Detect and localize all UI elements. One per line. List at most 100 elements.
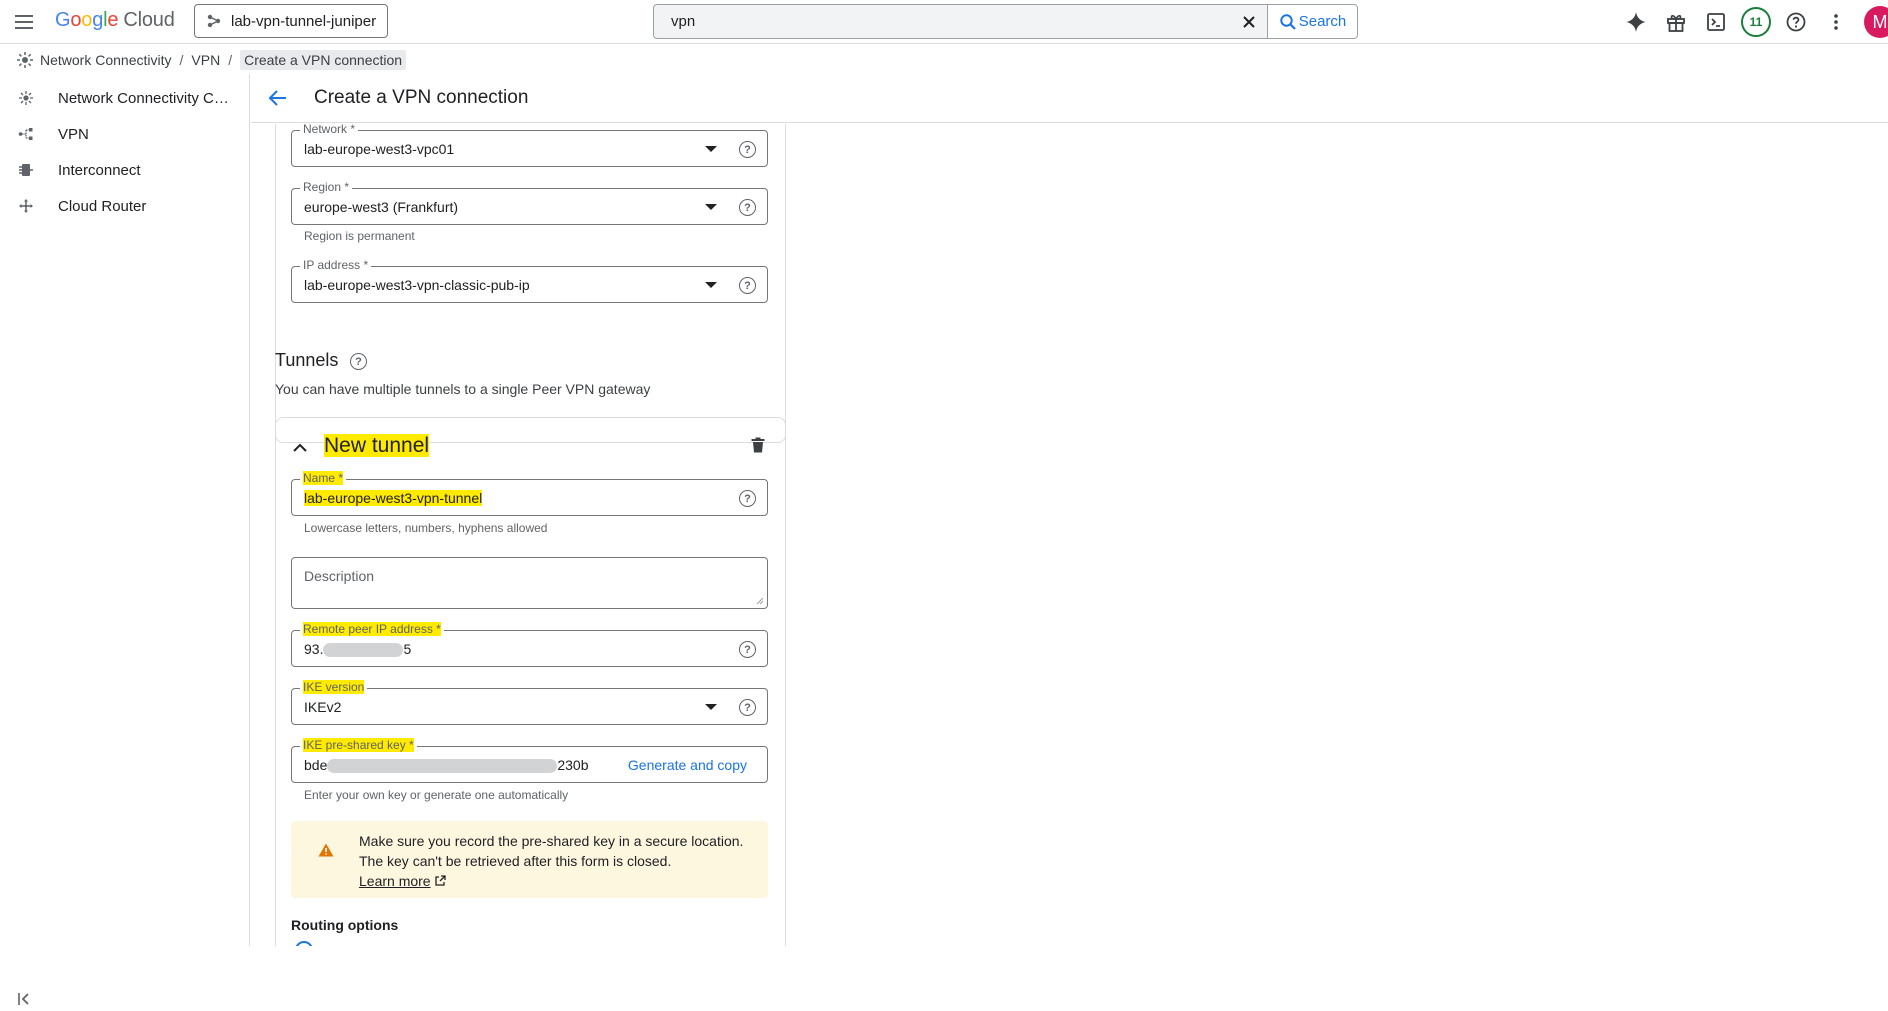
dropdown-arrow-icon: [705, 704, 717, 710]
new-tunnel-title: New tunnel: [324, 434, 430, 457]
notifications-button[interactable]: 11: [1736, 6, 1776, 38]
page-header: Create a VPN connection: [251, 74, 1888, 123]
search-button-label: Search: [1298, 13, 1347, 30]
help-icon[interactable]: ?: [739, 641, 756, 658]
search-button[interactable]: Search: [1267, 5, 1357, 38]
routing-options-heading: Routing options: [291, 917, 399, 933]
ip-address-value: lab-europe-west3-vpn-classic-pub-ip: [304, 277, 530, 293]
region-hint: Region is permanent: [304, 229, 415, 243]
warning-banner: Make sure you record the pre-shared key …: [291, 821, 768, 898]
warning-icon: [318, 843, 334, 857]
notifications-count: 11: [1741, 7, 1771, 37]
top-bar: GoogleCloud lab-vpn-tunnel-juniper Searc…: [0, 0, 1888, 44]
tunnel-name-hint: Lowercase letters, numbers, hyphens allo…: [304, 521, 548, 535]
ike-version-value: IKEv2: [304, 699, 342, 715]
google-cloud-logo[interactable]: Google Cloud: [55, 9, 175, 32]
project-icon: [207, 14, 221, 28]
help-icon[interactable]: ?: [739, 199, 756, 216]
redacted-mask: [327, 759, 558, 774]
search-input[interactable]: [654, 5, 1231, 38]
collapse-sidebar-icon[interactable]: [17, 992, 33, 1011]
collapse-chevron-icon[interactable]: [291, 440, 309, 458]
ike-psk-label: IKE pre-shared key *: [300, 738, 417, 752]
tunnel-name-field[interactable]: Name * lab-europe-west3-vpn-tunnel ?: [291, 471, 768, 516]
sidebar-item-network-connectivity-center[interactable]: Network Connectivity Cen...: [0, 80, 249, 116]
sidebar-item-interconnect[interactable]: Interconnect: [0, 152, 249, 188]
generate-and-copy-button[interactable]: Generate and copy: [628, 757, 747, 773]
tunnel-name-value: lab-europe-west3-vpn-tunnel: [304, 490, 483, 506]
remote-peer-ip-value: 93. 5: [304, 641, 412, 658]
description-placeholder: Description: [304, 568, 375, 584]
gift-icon[interactable]: [1656, 6, 1696, 38]
breadcrumb-vpn[interactable]: VPN: [191, 52, 220, 68]
ike-version-label: IKE version: [300, 680, 368, 694]
page-title: Create a VPN connection: [314, 87, 529, 108]
ip-address-select[interactable]: IP address * lab-europe-west3-vpn-classi…: [291, 258, 768, 303]
network-value: lab-europe-west3-vpc01: [304, 141, 455, 157]
psk-hint: Enter your own key or generate one autom…: [304, 788, 569, 802]
ip-address-label: IP address *: [300, 258, 372, 272]
dropdown-arrow-icon: [705, 204, 717, 210]
region-select[interactable]: Region * europe-west3 (Frankfurt) ?: [291, 180, 768, 225]
help-icon[interactable]: ?: [739, 699, 756, 716]
breadcrumb-network-connectivity[interactable]: Network Connectivity: [40, 52, 172, 68]
vpn-icon: [18, 128, 33, 140]
main-menu-icon[interactable]: [12, 10, 36, 34]
back-arrow-icon[interactable]: [267, 87, 289, 114]
help-icon[interactable]: ?: [739, 490, 756, 507]
warning-line-2: The key can't be retrieved after this fo…: [359, 853, 672, 869]
project-name: lab-vpn-tunnel-juniper: [231, 12, 377, 30]
network-label: Network *: [300, 124, 359, 136]
ike-pre-shared-key-field[interactable]: IKE pre-shared key * bde 230b Generate an…: [291, 738, 768, 783]
network-select[interactable]: Network * lab-europe-west3-vpc01 ?: [291, 124, 768, 167]
delete-tunnel-icon[interactable]: [751, 437, 765, 458]
logo-cloud-text: Cloud: [123, 9, 175, 31]
ike-psk-value: bde 230b: [304, 757, 589, 774]
more-options-icon[interactable]: [1816, 6, 1856, 38]
warning-line-1: Make sure you record the pre-shared key …: [359, 833, 744, 849]
project-picker-button[interactable]: lab-vpn-tunnel-juniper: [194, 4, 388, 38]
dropdown-arrow-icon: [705, 146, 717, 152]
region-value: europe-west3 (Frankfurt): [304, 199, 459, 215]
hub-icon: [19, 91, 33, 105]
learn-more-link[interactable]: Learn more: [359, 873, 431, 889]
resize-handle-icon[interactable]: [756, 597, 764, 605]
network-connectivity-icon: [17, 52, 33, 68]
router-icon: [19, 199, 33, 213]
cloud-shell-icon[interactable]: [1696, 6, 1736, 38]
warning-text: Make sure you record the pre-shared key …: [359, 831, 743, 891]
remote-peer-ip-field[interactable]: Remote peer IP address * 93. 5 ?: [291, 622, 768, 667]
avatar[interactable]: M: [1864, 6, 1888, 38]
sidebar-item-label: Cloud Router: [58, 197, 147, 215]
sidebar-item-label: Interconnect: [58, 161, 141, 179]
top-actions: 11 M: [1616, 6, 1888, 38]
breadcrumb-separator: /: [228, 52, 233, 68]
search-icon: [1280, 13, 1296, 30]
help-icon[interactable]: ?: [739, 277, 756, 294]
ike-version-select[interactable]: IKE version IKEv2 ?: [291, 680, 768, 725]
remote-peer-ip-label: Remote peer IP address *: [300, 622, 444, 636]
interconnect-icon: [19, 164, 33, 176]
description-textarea[interactable]: Description: [291, 557, 768, 609]
help-icon[interactable]: ?: [739, 141, 756, 158]
tunnels-heading: Tunnels: [275, 350, 339, 370]
help-icon[interactable]: ?: [350, 353, 367, 370]
main-content: Network * lab-europe-west3-vpc01 ? Regio…: [251, 124, 1888, 946]
sidebar-item-cloud-router[interactable]: Cloud Router: [0, 188, 249, 224]
tunnel-name-label: Name *: [300, 471, 347, 485]
breadcrumb: Network Connectivity / VPN / Create a VP…: [16, 49, 407, 71]
dropdown-arrow-icon: [705, 282, 717, 288]
sidebar: Network Connectivity Cen... VPN Intercon…: [0, 74, 250, 1005]
redacted-mask: [323, 643, 404, 658]
gemini-sparkle-icon[interactable]: [1616, 6, 1656, 38]
tunnels-description: You can have multiple tunnels to a singl…: [275, 381, 651, 397]
search-bar: Search: [653, 4, 1358, 39]
help-icon[interactable]: [1776, 6, 1816, 38]
breadcrumb-current: Create a VPN connection: [240, 50, 407, 70]
clear-search-icon[interactable]: [1231, 5, 1267, 38]
external-link-icon: [435, 875, 447, 886]
sidebar-item-label: Network Connectivity Cen...: [58, 89, 234, 107]
sidebar-item-vpn[interactable]: VPN: [0, 116, 249, 152]
logo-google-text: Google: [55, 9, 119, 31]
region-label: Region *: [300, 180, 353, 194]
